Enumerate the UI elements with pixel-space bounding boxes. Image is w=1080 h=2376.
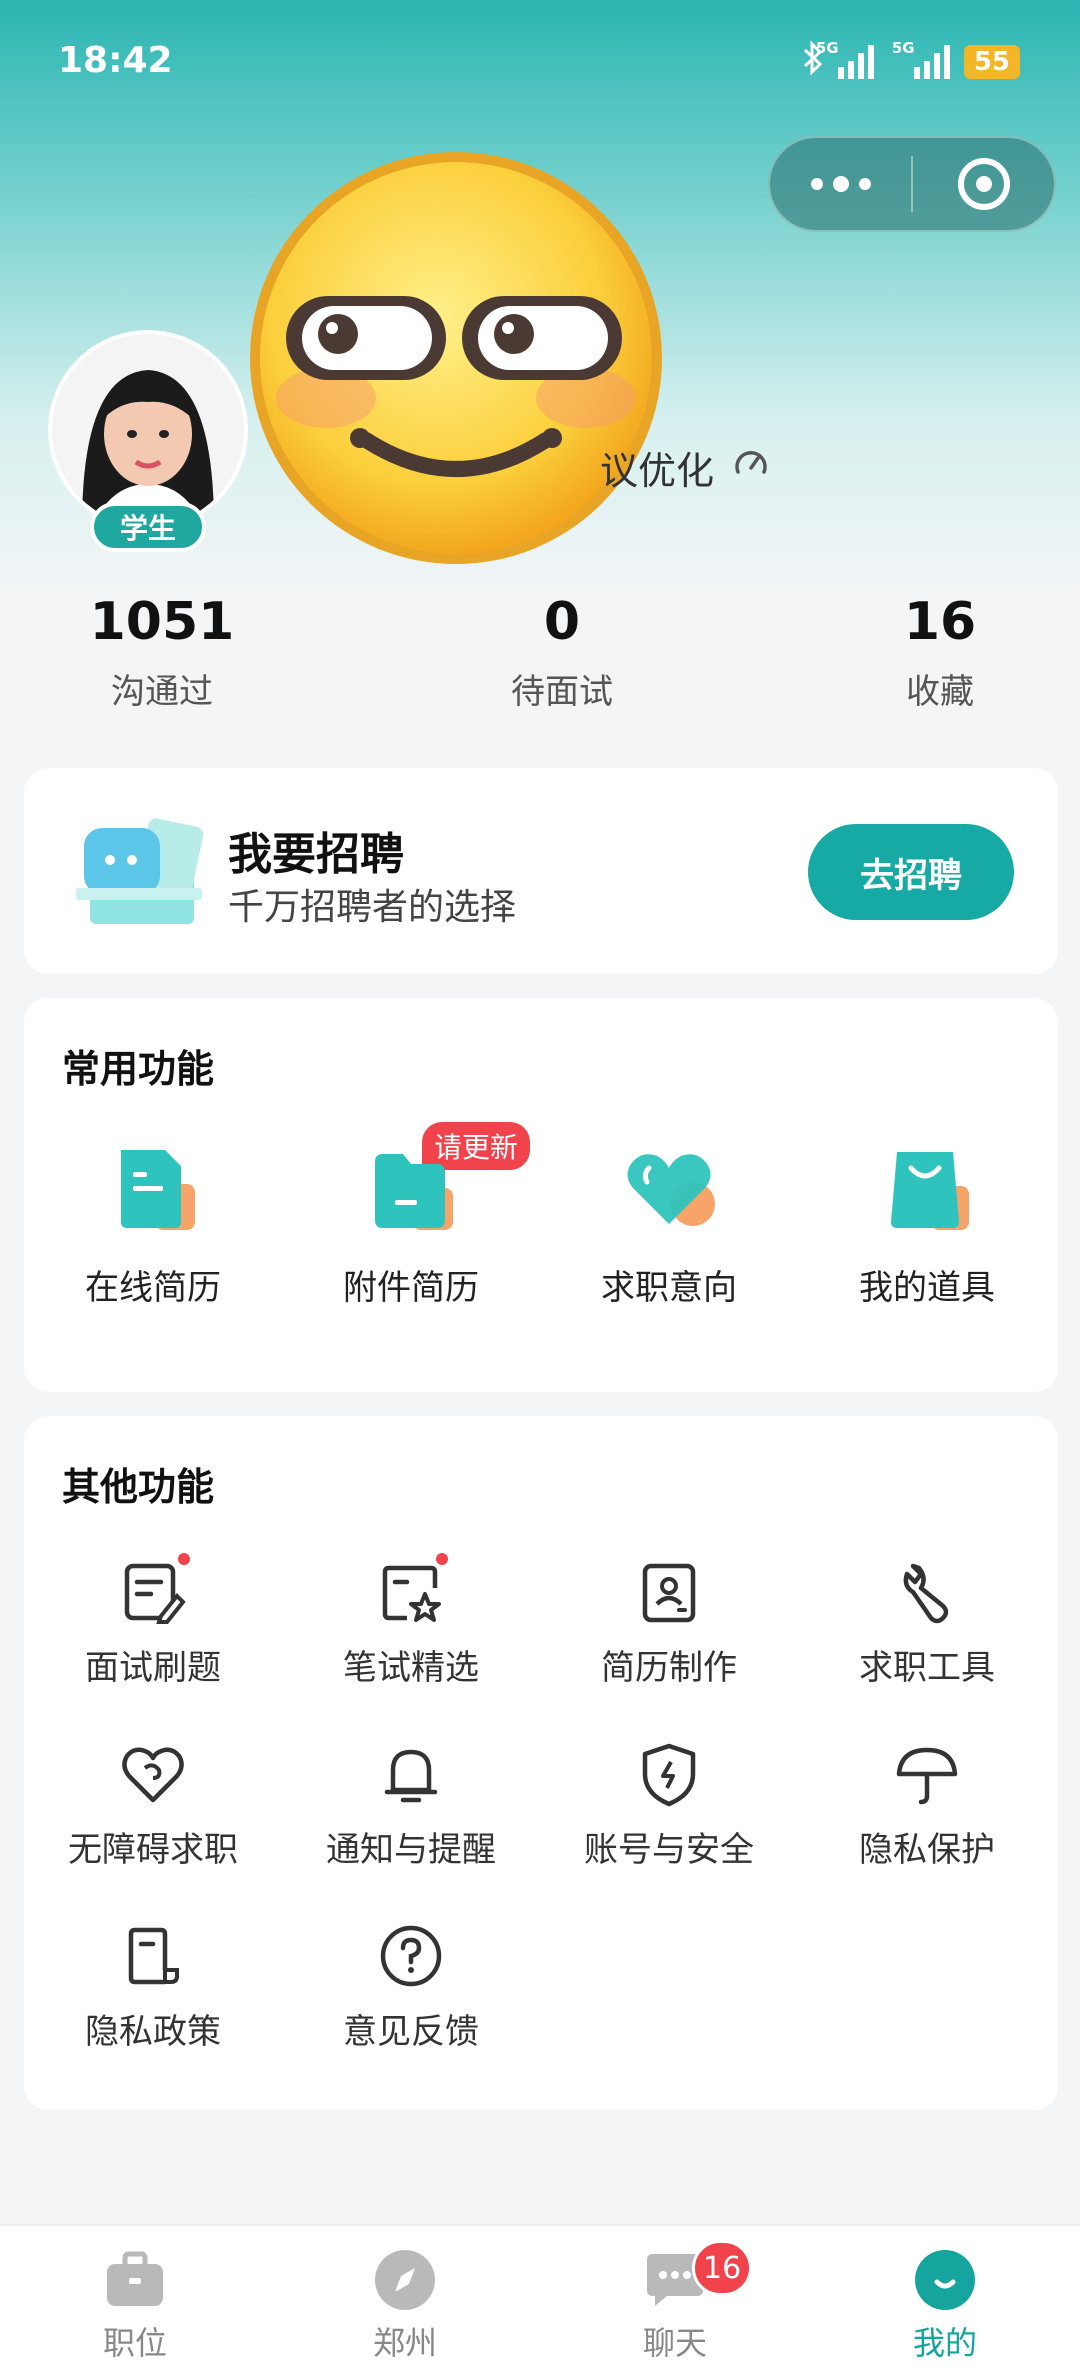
grid-label: 通知与提醒 bbox=[326, 1830, 496, 1870]
signal-label: 5G bbox=[815, 39, 839, 57]
recruit-subtitle: 千万招聘者的选择 bbox=[228, 887, 517, 928]
accessible-job-item[interactable]: 无障碍求职 bbox=[24, 1738, 282, 1920]
close-miniprogram-button[interactable] bbox=[913, 138, 1054, 230]
my-props-item[interactable]: 我的道具 bbox=[798, 1138, 1056, 1309]
compass-icon bbox=[373, 2248, 437, 2312]
document-icon bbox=[117, 1920, 189, 1992]
tab-city[interactable]: 郑州 bbox=[270, 2226, 540, 2376]
red-dot bbox=[433, 1550, 451, 1568]
star-doc-icon bbox=[375, 1550, 451, 1628]
smile-icon bbox=[913, 2248, 977, 2312]
question-icon bbox=[375, 1920, 447, 1992]
tab-label: 聊天 bbox=[642, 2324, 707, 2362]
briefcase-icon bbox=[103, 2248, 167, 2312]
grid-label: 在线简历 bbox=[85, 1268, 221, 1308]
grid-label: 意见反馈 bbox=[343, 2012, 479, 2052]
account-security-item[interactable]: 账号与安全 bbox=[540, 1738, 798, 1920]
status-time: 18:42 bbox=[58, 40, 173, 81]
recruit-card[interactable]: 我要招聘 千万招聘者的选择 去招聘 bbox=[24, 768, 1058, 974]
battery-indicator: 55 bbox=[963, 45, 1020, 79]
signal-icon: 5G bbox=[816, 39, 874, 79]
bottom-tab-bar: 职位 郑州 16 聊天 我的 bbox=[0, 2224, 1080, 2376]
folder-icon bbox=[361, 1138, 461, 1238]
grid-label: 隐私保护 bbox=[859, 1830, 995, 1870]
resume-builder-item[interactable]: 简历制作 bbox=[540, 1556, 798, 1738]
profile-subtitle[interactable]: 议优化 bbox=[600, 440, 770, 495]
more-dots-icon bbox=[810, 176, 871, 192]
stat-label: 收藏 bbox=[906, 672, 974, 712]
stat-contacted[interactable]: 1051 沟通过 bbox=[32, 590, 292, 713]
tab-label: 我的 bbox=[912, 2324, 977, 2362]
privacy-protection-item[interactable]: 隐私保护 bbox=[798, 1738, 1056, 1920]
job-intention-item[interactable]: 求职意向 bbox=[540, 1138, 798, 1309]
umbrella-icon bbox=[891, 1738, 963, 1810]
grid-label: 求职意向 bbox=[601, 1268, 737, 1308]
status-bar: 18:42 5G 5G 55 bbox=[0, 0, 1080, 120]
stat-value: 16 bbox=[903, 592, 977, 652]
grid-label: 求职工具 bbox=[859, 1648, 995, 1688]
more-button[interactable] bbox=[770, 138, 911, 230]
attachment-resume-item[interactable]: 请更新 附件简历 bbox=[282, 1122, 540, 1309]
privacy-policy-item[interactable]: 隐私政策 bbox=[24, 1920, 282, 2102]
profile-subtitle-text: 议优化 bbox=[600, 449, 715, 493]
tab-chat[interactable]: 16 聊天 bbox=[540, 2226, 810, 2376]
tab-jobs[interactable]: 职位 bbox=[0, 2226, 270, 2376]
online-resume-item[interactable]: 在线简历 bbox=[24, 1138, 282, 1309]
wrench-icon bbox=[891, 1556, 963, 1628]
grid-label: 面试刷题 bbox=[85, 1648, 221, 1688]
target-icon bbox=[957, 158, 1010, 210]
grid-label: 笔试精选 bbox=[343, 1648, 479, 1688]
grid-label: 附件简历 bbox=[343, 1268, 479, 1308]
go-recruit-button[interactable]: 去招聘 bbox=[808, 824, 1014, 920]
stat-favorites[interactable]: 16 收藏 bbox=[810, 590, 1070, 713]
heart-icon bbox=[619, 1138, 719, 1238]
resume-icon bbox=[103, 1138, 203, 1238]
interview-practice-item[interactable]: 面试刷题 bbox=[24, 1550, 282, 1738]
stat-pending-interview[interactable]: 0 待面试 bbox=[432, 590, 692, 713]
student-badge: 学生 bbox=[90, 502, 206, 552]
gauge-icon bbox=[732, 444, 770, 491]
other-functions-card: 其他功能 面试刷题 笔试精选 简历制作 求职工具 无障碍求职 通知与提醒 账号与… bbox=[24, 1416, 1058, 2110]
feedback-item[interactable]: 意见反馈 bbox=[282, 1920, 540, 2102]
recruit-chat-icon bbox=[72, 814, 212, 926]
job-tools-item[interactable]: 求职工具 bbox=[798, 1556, 1056, 1738]
profile-card-icon bbox=[633, 1556, 705, 1628]
avatar-container[interactable]: 学生 bbox=[48, 330, 248, 552]
stat-label: 沟通过 bbox=[111, 672, 213, 712]
stat-value: 0 bbox=[543, 592, 581, 652]
section-title: 常用功能 bbox=[62, 1047, 215, 1091]
grid-label: 我的道具 bbox=[859, 1268, 995, 1308]
red-dot bbox=[175, 1550, 193, 1568]
shield-icon bbox=[633, 1738, 705, 1810]
signal-label: 5G bbox=[891, 39, 915, 57]
avatar[interactable] bbox=[48, 330, 248, 530]
tab-label: 职位 bbox=[102, 2324, 167, 2362]
grid-label: 账号与安全 bbox=[584, 1830, 754, 1870]
grid-label: 简历制作 bbox=[601, 1648, 737, 1688]
section-title: 其他功能 bbox=[62, 1465, 215, 1509]
grid-label: 无障碍求职 bbox=[68, 1830, 238, 1870]
stats-row: 1051 沟通过 0 待面试 16 收藏 bbox=[0, 590, 1080, 720]
tab-label: 郑州 bbox=[372, 2324, 437, 2362]
common-functions-card: 常用功能 在线简历 请更新 附件简历 求职意向 我的道具 bbox=[24, 998, 1058, 1392]
grid-label: 隐私政策 bbox=[85, 2012, 221, 2052]
signal-icon: 5G bbox=[892, 39, 950, 79]
heart-outline-icon bbox=[117, 1738, 189, 1810]
emoji-sticker bbox=[246, 148, 666, 568]
recruit-title: 我要招聘 bbox=[228, 829, 404, 880]
stat-label: 待面试 bbox=[511, 672, 613, 712]
written-test-item[interactable]: 笔试精选 bbox=[282, 1550, 540, 1738]
edit-note-icon bbox=[117, 1550, 193, 1628]
notifications-item[interactable]: 通知与提醒 bbox=[282, 1738, 540, 1920]
miniprogram-capsule bbox=[768, 136, 1056, 232]
status-icons: 5G 5G 55 bbox=[802, 39, 1020, 84]
bell-icon bbox=[375, 1738, 447, 1810]
tab-me[interactable]: 我的 bbox=[810, 2226, 1080, 2376]
unread-badge: 16 bbox=[692, 2240, 753, 2296]
bag-icon bbox=[877, 1138, 977, 1238]
stat-value: 1051 bbox=[89, 592, 235, 652]
